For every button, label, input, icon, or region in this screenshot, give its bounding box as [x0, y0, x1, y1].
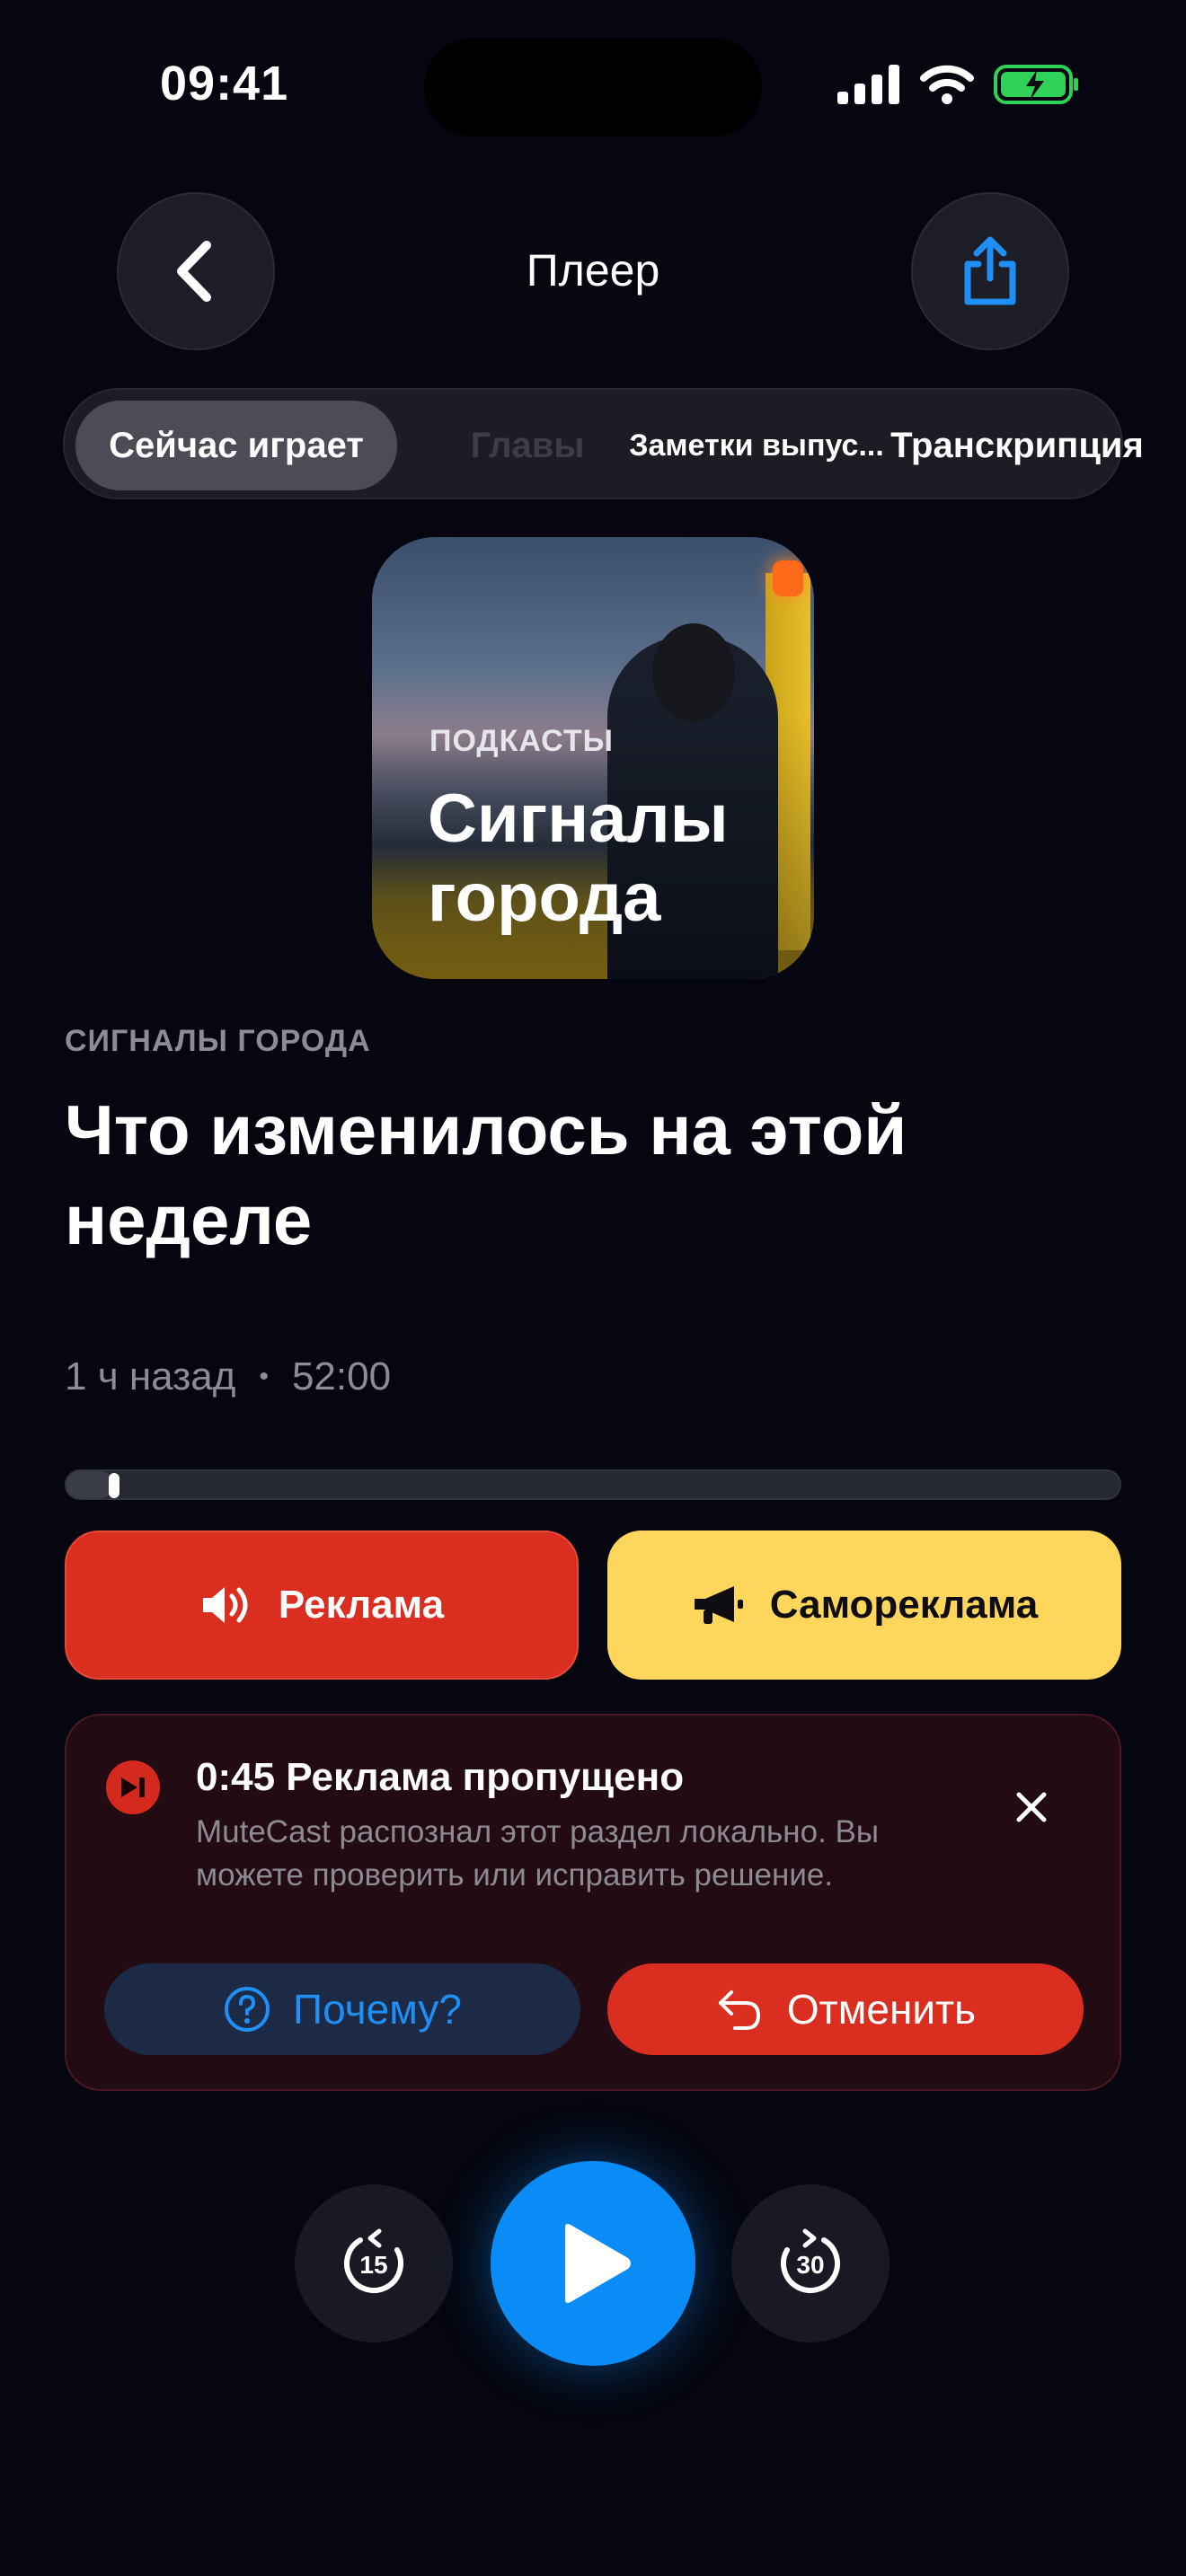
self-promo-label: Самореклама: [769, 1583, 1039, 1627]
skip-notice-text: MuteCast распознал этот раздел локально.…: [196, 1814, 880, 1892]
tab-chapters[interactable]: Главы: [451, 401, 604, 490]
progress-fill: [66, 1471, 114, 1498]
megaphone-icon: [694, 1586, 743, 1624]
forward-button[interactable]: 30: [731, 2184, 890, 2342]
undo-button[interactable]: Отменить: [607, 1963, 1084, 2055]
dynamic-island: [424, 38, 762, 137]
show-name[interactable]: СИГНАЛЫ ГОРОДА: [65, 1024, 371, 1059]
artwork-title: Сигналы города: [428, 781, 729, 936]
why-label: Почему?: [293, 1986, 462, 2033]
play-button[interactable]: [491, 2161, 695, 2366]
episode-meta: 1 ч назад • 52:00: [65, 1354, 391, 1399]
rewind-15-icon: 15: [344, 2228, 403, 2293]
close-icon: [1016, 1792, 1047, 1822]
skip-notice-title: 0:45 Реклама пропущено: [196, 1755, 685, 1799]
signal-icon: [837, 65, 899, 104]
ad-segment-label: Реклама: [278, 1583, 445, 1627]
share-button[interactable]: [911, 192, 1069, 350]
artwork-tag: ПОДКАСТЫ: [429, 724, 614, 758]
close-button[interactable]: [1012, 1787, 1051, 1827]
skip-notice-card: 0:45 Реклама пропущено MuteCast распозна…: [65, 1714, 1121, 2091]
episode-duration: 52:00: [291, 1354, 392, 1398]
speaker-icon: [202, 1587, 248, 1623]
undo-label: Отменить: [786, 1986, 977, 2033]
rewind-button[interactable]: 15: [295, 2184, 453, 2342]
episode-title: Что изменилось на этой неделе: [65, 1090, 907, 1259]
forward-seconds: 30: [796, 2251, 824, 2279]
player-screen: 09:41 Плеер Сейчас играет Главы Заметки …: [0, 0, 1186, 2576]
ad-segment-button[interactable]: Реклама: [65, 1531, 579, 1680]
rewind-seconds: 15: [359, 2251, 387, 2279]
forward-30-icon: 30: [781, 2228, 840, 2293]
question-circle-icon: [225, 1987, 270, 2032]
tab-transcript[interactable]: Транскрипция: [855, 401, 1179, 490]
skip-forward-icon: [106, 1760, 160, 1814]
play-icon: [565, 2224, 631, 2303]
wifi-icon: [920, 65, 974, 104]
podcast-artwork: ПОДКАСТЫ Сигналы города: [372, 537, 814, 979]
published-time: 1 ч назад: [65, 1354, 236, 1398]
status-time: 09:41: [160, 57, 289, 110]
tab-now-playing[interactable]: Сейчас играет: [75, 401, 397, 490]
meta-separator: •: [259, 1362, 269, 1391]
status-icons: [837, 63, 1080, 106]
progress-knob[interactable]: [108, 1473, 119, 1498]
undo-icon: [718, 1990, 760, 2030]
self-promo-button[interactable]: Самореклама: [607, 1531, 1121, 1680]
why-button[interactable]: Почему?: [104, 1963, 580, 2055]
share-icon: [964, 236, 1016, 305]
progress-scrubber[interactable]: [65, 1469, 1121, 1500]
battery-charging-icon: [994, 65, 1078, 104]
segmented-tabs: Сейчас играет Главы Заметки выпус... Тра…: [63, 388, 1144, 499]
